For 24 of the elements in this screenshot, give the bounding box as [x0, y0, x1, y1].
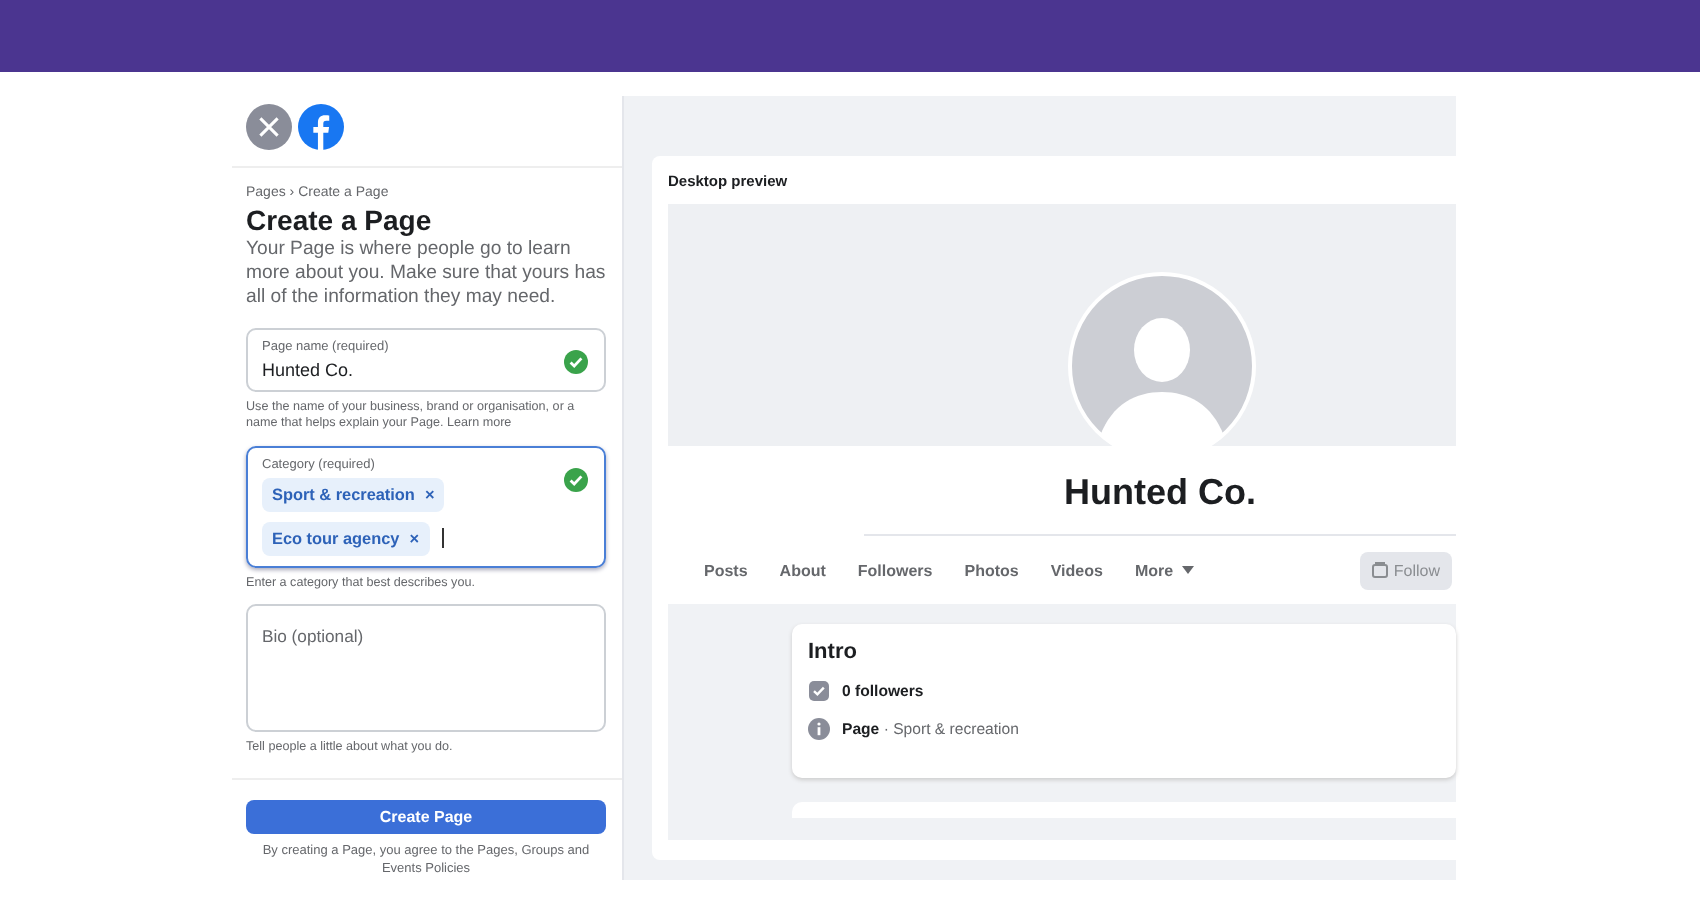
avatar-icon: [1068, 272, 1256, 460]
page-name: Hunted Co.: [864, 446, 1456, 536]
close-icon[interactable]: [246, 104, 292, 150]
info-icon: [808, 718, 830, 740]
category-tag[interactable]: Eco tour agency ×: [262, 521, 429, 556]
description: Your Page is where people go to learn more about you. Make sure that yours has all of the information they may need.: [246, 238, 606, 310]
bio-input[interactable]: Bio (optional): [262, 626, 590, 647]
checkbox-icon: [808, 680, 830, 702]
nav-tab[interactable]: More: [1118, 561, 1210, 579]
nav-tab[interactable]: Posts: [688, 561, 764, 579]
text-cursor: [441, 528, 443, 549]
caret-icon: [1181, 566, 1194, 574]
logo-icon[interactable]: [298, 104, 344, 150]
nav-tab[interactable]: Videos: [1034, 561, 1119, 579]
create-page-button[interactable]: Create Page: [246, 799, 606, 835]
intro-title: Intro: [808, 640, 859, 664]
follow-icon: [1371, 562, 1388, 578]
page-title: Create a Page: [246, 204, 434, 236]
nav-tab[interactable]: Followers: [841, 561, 949, 579]
field-value: Hunted Co.: [262, 359, 356, 380]
category-tag[interactable]: Sport & recreation ×: [262, 477, 445, 512]
nav-tab[interactable]: About: [763, 561, 842, 579]
nav-tab[interactable]: Photos: [948, 561, 1035, 579]
bio-field[interactable]: Bio (optional): [246, 604, 606, 733]
